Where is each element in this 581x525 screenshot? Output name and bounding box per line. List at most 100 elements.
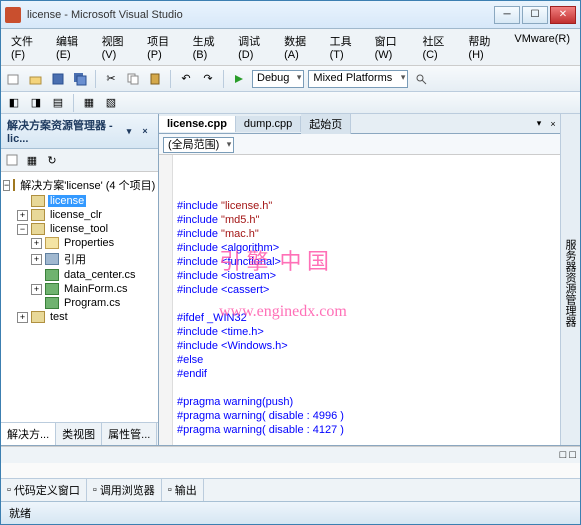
tool-icon-4[interactable]: ▦	[80, 94, 98, 112]
editor-tab[interactable]: license.cpp	[159, 116, 236, 132]
ref-icon	[45, 253, 59, 265]
code-line[interactable]: #endif	[177, 367, 558, 381]
cs-icon	[45, 283, 59, 295]
close-button[interactable]: ✕	[550, 6, 576, 24]
solution-explorer: 解决方案资源管理器 - lic... ▾ × ▦ ↻ − 解决方案'licens…	[1, 114, 159, 445]
menu-item[interactable]: 社区(C)	[418, 31, 454, 63]
tree-item[interactable]: license	[3, 194, 156, 208]
tree-item[interactable]: +license_clr	[3, 208, 156, 222]
new-project-icon[interactable]	[5, 70, 23, 88]
tree-item[interactable]: −license_tool	[3, 222, 156, 236]
tree-item[interactable]: Program.cs	[3, 296, 156, 310]
editor-tab[interactable]: 起始页	[301, 114, 351, 134]
expand-icon[interactable]: +	[31, 238, 42, 249]
tree-item[interactable]: +test	[3, 310, 156, 324]
code-line[interactable]: #ifdef _WIN32	[177, 311, 558, 325]
code-line[interactable]: #else	[177, 353, 558, 367]
menu-item[interactable]: 视图(V)	[98, 31, 134, 63]
properties-icon[interactable]	[3, 151, 21, 169]
bottom-tab[interactable]: ▫输出	[162, 479, 204, 501]
minimize-button[interactable]: ─	[494, 6, 520, 24]
menu-item[interactable]: 调试(D)	[234, 31, 270, 63]
sidebar-tab[interactable]: 属性管...	[102, 423, 157, 445]
code-line[interactable]	[177, 381, 558, 395]
tool-icon-1[interactable]: ◧	[5, 94, 23, 112]
paste-icon[interactable]	[146, 70, 164, 88]
redo-icon[interactable]: ↷	[199, 70, 217, 88]
code-line[interactable]: #include <functional>	[177, 255, 558, 269]
tree-item[interactable]: +MainForm.cs	[3, 282, 156, 296]
code-line[interactable]: #include <Windows.h>	[177, 339, 558, 353]
editor-tab[interactable]: dump.cpp	[236, 116, 301, 132]
expand-icon[interactable]: +	[17, 312, 28, 323]
docked-tab[interactable]: 服务器资源管理器	[560, 120, 580, 445]
open-icon[interactable]	[27, 70, 45, 88]
menu-item[interactable]: 帮助(H)	[464, 31, 500, 63]
code-line[interactable]: #include <time.h>	[177, 325, 558, 339]
tool-icon-5[interactable]: ▧	[102, 94, 120, 112]
solution-node[interactable]: − 解决方案'license' (4 个项目)	[3, 176, 156, 194]
config-combo[interactable]: Debug	[252, 70, 304, 88]
code-line[interactable]: #include <cassert>	[177, 283, 558, 297]
tree-item[interactable]: +Properties	[3, 236, 156, 250]
panel-dropdown-icon[interactable]: ▾	[122, 124, 136, 138]
code-line[interactable]: #include <algorithm>	[177, 241, 558, 255]
solution-tree[interactable]: − 解决方案'license' (4 个项目) license+license_…	[1, 172, 158, 422]
app-icon	[5, 7, 21, 23]
scope-combo[interactable]: (全局范围)	[163, 137, 234, 153]
proj-icon	[31, 195, 45, 207]
code-line[interactable]: #pragma warning( disable : 4996 )	[177, 409, 558, 423]
panel-close-icon[interactable]: ×	[138, 124, 152, 138]
menubar: 文件(F) 编辑(E) 视图(V) 项目(P) 生成(B) 调试(D) 数据(A) 工具(T)…	[1, 29, 580, 66]
maximize-button[interactable]: ☐	[522, 6, 548, 24]
expand-icon[interactable]: +	[31, 254, 42, 265]
tab-close-icon[interactable]: ×	[546, 117, 560, 131]
refresh-icon[interactable]: ↻	[43, 151, 61, 169]
tree-item[interactable]: +引用	[3, 250, 156, 268]
code-line[interactable]: #include <iostream>	[177, 269, 558, 283]
menu-item[interactable]: 数据(A)	[280, 31, 316, 63]
bottom-tab[interactable]: ▫代码定义窗口	[1, 479, 87, 501]
start-debug-icon[interactable]	[230, 70, 248, 88]
copy-icon[interactable]	[124, 70, 142, 88]
expand-icon[interactable]: −	[17, 224, 28, 235]
menu-item[interactable]: 窗口(W)	[371, 31, 409, 63]
sidebar-tab[interactable]: 解决方...	[1, 423, 56, 445]
bottom-panel: □ □ ▫代码定义窗口▫调用浏览器▫输出	[1, 445, 580, 501]
tool-icon-3[interactable]: ▤	[49, 94, 67, 112]
save-all-icon[interactable]	[71, 70, 89, 88]
undo-icon[interactable]: ↶	[177, 70, 195, 88]
show-all-icon[interactable]: ▦	[23, 151, 41, 169]
bottom-panel-content[interactable]	[1, 463, 580, 478]
titlebar[interactable]: license - Microsoft Visual Studio ─ ☐ ✕	[1, 1, 580, 29]
expand-icon[interactable]: −	[3, 180, 10, 191]
menu-item[interactable]: 项目(P)	[143, 31, 179, 63]
menu-item[interactable]: VMware(R)	[510, 31, 574, 63]
find-icon[interactable]	[412, 70, 430, 88]
save-icon[interactable]	[49, 70, 67, 88]
code-line[interactable]: #include "license.h"	[177, 199, 558, 213]
bottom-tab[interactable]: ▫调用浏览器	[87, 479, 162, 501]
code-line[interactable]: #pragma warning(push)	[177, 395, 558, 409]
code-line[interactable]: #pragma warning( disable : 4127 )	[177, 423, 558, 437]
menu-item[interactable]: 工具(T)	[326, 31, 361, 63]
cut-icon[interactable]: ✂	[102, 70, 120, 88]
expand-icon[interactable]: +	[31, 284, 42, 295]
cs-icon	[45, 269, 59, 281]
code-line[interactable]	[177, 297, 558, 311]
tree-item[interactable]: data_center.cs	[3, 268, 156, 282]
bottom-panel-controls[interactable]: □ □	[1, 446, 580, 463]
code-line[interactable]: #include "md5.h"	[177, 213, 558, 227]
expand-icon[interactable]: +	[17, 210, 28, 221]
code-editor[interactable]: #include "license.h"#include "md5.h"#inc…	[159, 155, 560, 445]
code-line[interactable]: #include "mac.h"	[177, 227, 558, 241]
code-line[interactable]	[177, 437, 558, 445]
sidebar-tab[interactable]: 类视图	[56, 423, 102, 445]
menu-item[interactable]: 生成(B)	[189, 31, 225, 63]
menu-item[interactable]: 编辑(E)	[52, 31, 88, 63]
right-dock-strip: 服务器资源管理器工具箱	[560, 114, 580, 445]
platform-combo[interactable]: Mixed Platforms	[308, 70, 408, 88]
tool-icon-2[interactable]: ◨	[27, 94, 45, 112]
tab-dropdown-icon[interactable]: ▾	[532, 117, 546, 131]
menu-item[interactable]: 文件(F)	[7, 31, 42, 63]
